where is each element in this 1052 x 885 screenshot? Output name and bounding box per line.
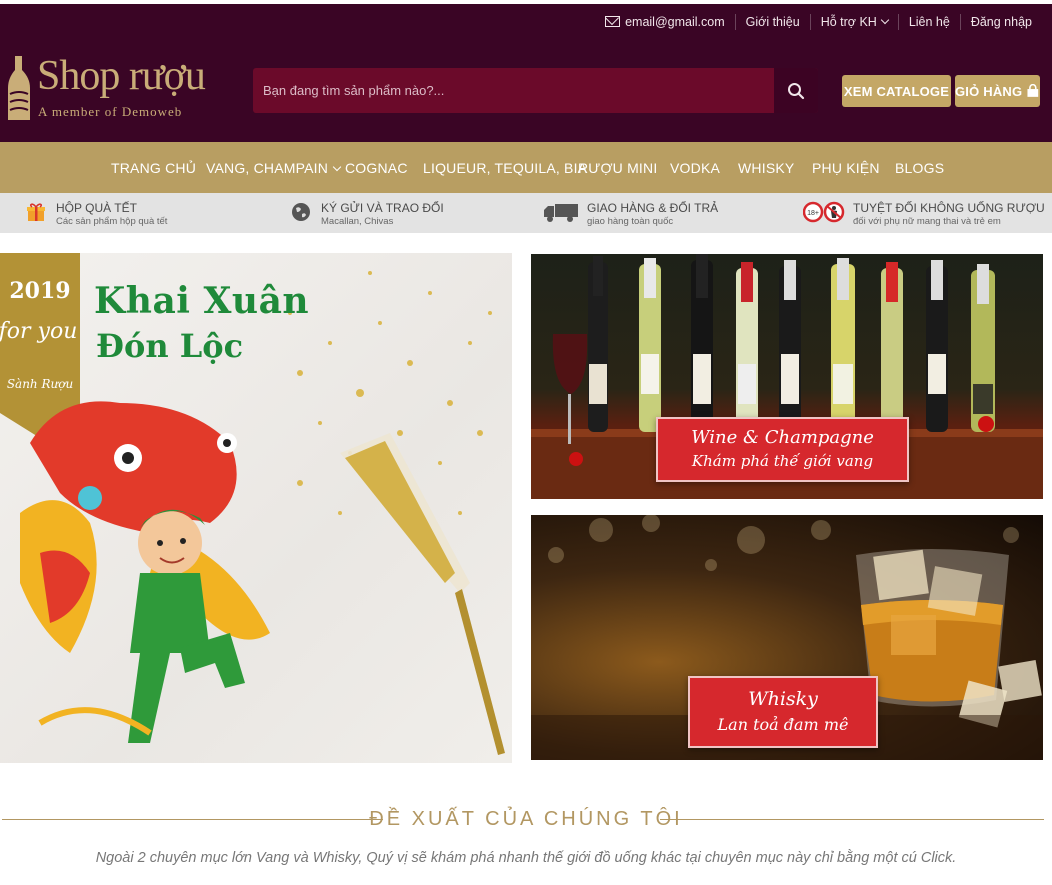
banner-title-1: Khai Xuân — [94, 280, 310, 322]
promo-banner-whisky[interactable]: Whisky Lan toả đam mê — [531, 515, 1043, 760]
wine-label: Wine & Champagne Khám phá thế giới vang — [656, 417, 909, 482]
no-alcohol-icon: 18+ — [803, 201, 845, 223]
svg-text:18+: 18+ — [807, 210, 819, 217]
promo-banner-wine[interactable]: Wine & Champagne Khám phá thế giới vang — [531, 254, 1043, 499]
logo[interactable]: Shop rượu A member of Demoweb — [6, 52, 221, 124]
search-input[interactable] — [253, 68, 773, 113]
nav-mini[interactable]: RƯỢU MINI — [578, 160, 657, 176]
nav-whisky[interactable]: WHISKY — [738, 160, 794, 176]
top-links: email@gmail.com Giới thiệu Hỗ trợ KH Liê… — [595, 14, 1042, 30]
search-icon — [788, 82, 805, 99]
shopping-bag-icon — [1027, 84, 1039, 97]
cart-button[interactable]: GIỎ HÀNG — [955, 75, 1040, 107]
sign-text: Sành Rượu — [7, 377, 73, 391]
globe-icon — [292, 203, 310, 221]
banner-title-2: Đón Lộc — [96, 327, 244, 365]
login-link[interactable]: Đăng nhập — [959, 14, 1042, 30]
section-description: Ngoài 2 chuyên mục lớn Vang và Whisky, Q… — [95, 850, 957, 866]
nav-wine-champagne[interactable]: VANG, CHAMPAIN — [206, 160, 342, 176]
search-bar — [253, 68, 818, 113]
nav-accessories[interactable]: PHỤ KIỆN — [812, 160, 880, 176]
nav-cognac[interactable]: COGNAC — [345, 160, 408, 176]
gift-icon — [27, 203, 45, 221]
about-link[interactable]: Giới thiệu — [734, 14, 810, 30]
chevron-down-icon — [880, 15, 890, 25]
features-bar: HỘP QUÀ TẾT Các sản phẩm hộp quà tết KÝ … — [0, 193, 1052, 233]
search-button[interactable] — [774, 68, 818, 113]
nav-blogs[interactable]: BLOGS — [895, 160, 944, 176]
main-navigation: TRANG CHỦ VANG, CHAMPAIN COGNAC LIQUEUR,… — [0, 142, 1052, 193]
bottle-logo-icon — [8, 56, 30, 120]
promo-banner-tet[interactable]: 2019 for you Sành Rượu Khai Xuân Đón Lộc — [0, 253, 512, 763]
mail-icon — [605, 16, 621, 27]
tet-illustration: 2019 for you Sành Rượu — [0, 253, 505, 755]
whisky-label: Whisky Lan toả đam mê — [688, 676, 878, 748]
catalogue-button[interactable]: XEM CATALOGE — [842, 75, 951, 107]
chevron-down-icon — [332, 162, 342, 172]
brand-tagline: A member of Demoweb — [38, 104, 183, 119]
support-link[interactable]: Hỗ trợ KH — [809, 14, 898, 30]
nav-home[interactable]: TRANG CHỦ — [111, 160, 196, 176]
nav-vodka[interactable]: VODKA — [670, 160, 720, 176]
nav-liqueur[interactable]: LIQUEUR, TEQUILA, BIA — [423, 160, 587, 176]
for-you-text: for you — [0, 319, 77, 344]
truck-icon — [544, 204, 578, 222]
section-title: ĐỀ XUẤT CỦA CHÚNG TÔI — [369, 808, 683, 830]
contact-link[interactable]: Liên hệ — [897, 14, 960, 30]
year-text: 2019 — [9, 278, 70, 304]
brand-name: Shop rượu — [37, 53, 206, 99]
email-link[interactable]: email@gmail.com — [595, 14, 735, 30]
